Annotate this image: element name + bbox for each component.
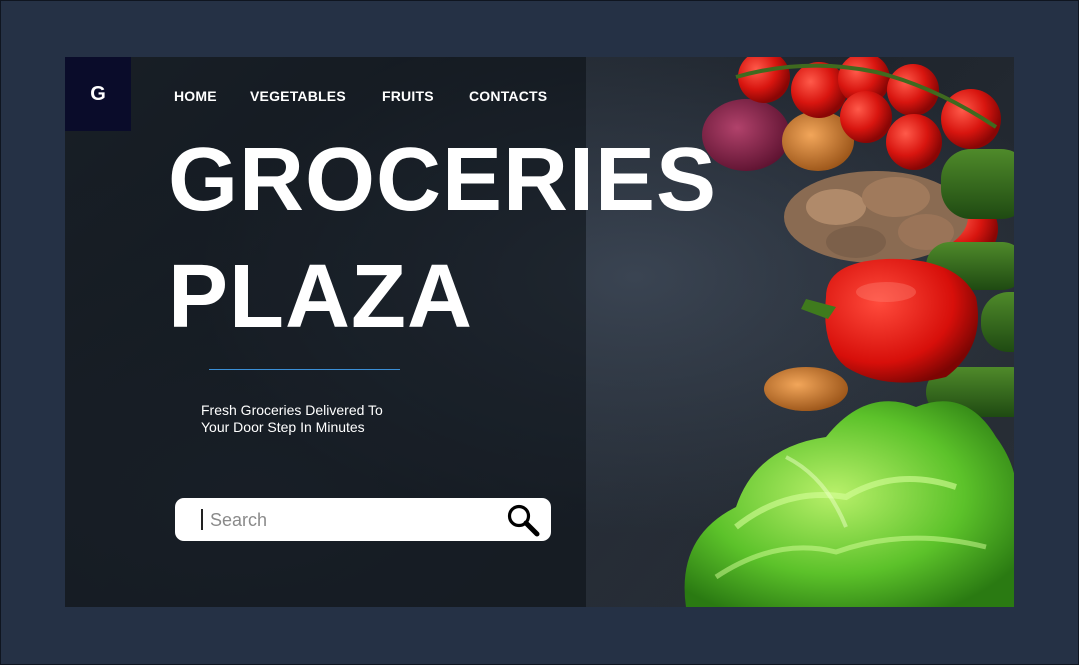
- hero-title-line1: GROCERIES: [168, 130, 718, 230]
- search-icon[interactable]: [506, 503, 540, 537]
- logo[interactable]: G: [65, 57, 131, 131]
- nav-item-home[interactable]: HOME: [174, 88, 217, 104]
- hero-card: G HOME VEGETABLES FRUITS CONTACTS GROCER…: [65, 57, 1014, 607]
- nav-item-vegetables[interactable]: VEGETABLES: [250, 88, 346, 104]
- tagline-line1: Fresh Groceries Delivered To: [201, 402, 383, 418]
- title-divider: [209, 369, 400, 370]
- hero-tagline: Fresh Groceries Delivered To Your Door S…: [201, 402, 421, 436]
- nav-item-fruits[interactable]: FRUITS: [382, 88, 434, 104]
- text-caret: [201, 509, 203, 530]
- nav-item-contacts[interactable]: CONTACTS: [469, 88, 547, 104]
- tagline-line2: Your Door Step In Minutes: [201, 419, 365, 435]
- logo-letter: G: [90, 82, 106, 105]
- search-bar: [175, 498, 551, 541]
- search-input[interactable]: [208, 504, 502, 537]
- hero-title-line2: PLAZA: [168, 247, 473, 347]
